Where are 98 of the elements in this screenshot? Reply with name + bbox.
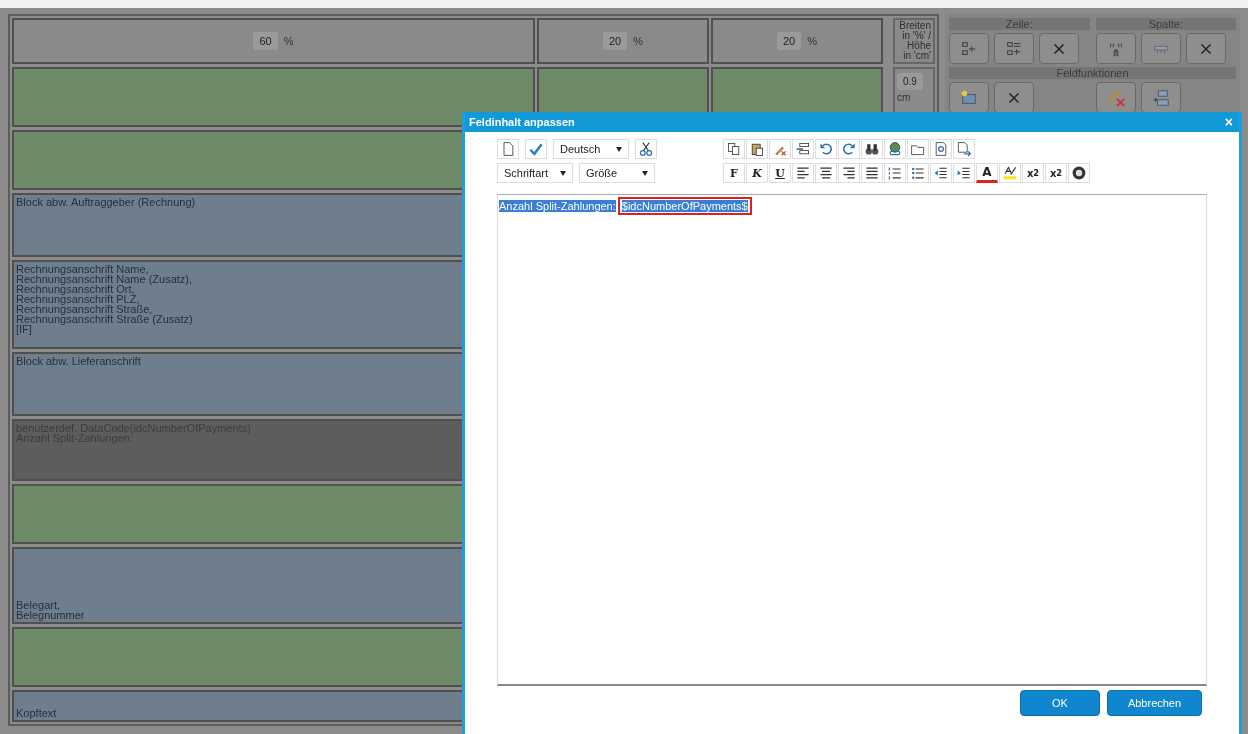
field-text: Block abw. Lieferanschrift bbox=[16, 356, 141, 366]
field-text: Belegnummer bbox=[16, 610, 85, 620]
unit-label: % bbox=[633, 35, 643, 47]
field-icon bbox=[960, 88, 978, 107]
dropdown[interactable]: Deutsch bbox=[553, 139, 629, 159]
copy-icon bbox=[726, 141, 742, 157]
document-arrow-icon bbox=[956, 141, 972, 157]
field-new-button[interactable] bbox=[949, 82, 989, 113]
rows-insert-button[interactable] bbox=[994, 33, 1034, 64]
bold-button[interactable]: F bbox=[723, 163, 745, 183]
size-header-text: Höhe bbox=[907, 41, 931, 51]
undo-icon bbox=[818, 141, 834, 157]
scissors-icon bbox=[638, 141, 654, 157]
bullet-list-button[interactable] bbox=[907, 163, 929, 183]
media-icon bbox=[1071, 165, 1087, 181]
numbered-list-icon bbox=[887, 165, 903, 181]
preview-button[interactable] bbox=[930, 139, 952, 159]
field-text: [IF] bbox=[16, 324, 32, 334]
ordered-list-button[interactable] bbox=[884, 163, 906, 183]
editor-area[interactable]: Anzahl Split-Zahlungen: $idcNumberOfPayments$ bbox=[497, 194, 1207, 686]
link-button[interactable] bbox=[884, 139, 906, 159]
size-header-text: in '%' / bbox=[902, 31, 931, 41]
height-input[interactable]: 0.9 bbox=[897, 73, 923, 90]
field-text: Kopftext bbox=[16, 708, 57, 718]
binoculars-icon bbox=[864, 141, 880, 157]
highlight-button[interactable] bbox=[999, 163, 1021, 183]
justify-button[interactable] bbox=[861, 163, 883, 183]
field-text: Belegart, bbox=[16, 600, 61, 610]
width-input[interactable]: 20 bbox=[777, 32, 802, 50]
editor-text: Anzahl Split-Zahlungen: bbox=[499, 200, 616, 212]
spellcheck-button[interactable] bbox=[525, 139, 547, 159]
clipboard-icon bbox=[749, 141, 765, 157]
merge-icon bbox=[1151, 88, 1170, 107]
field-text: Rechnungsanschrift Name (Zusatz), bbox=[16, 274, 193, 284]
close-button[interactable]: × bbox=[1222, 115, 1235, 129]
indent-button[interactable] bbox=[953, 163, 975, 183]
width-input[interactable]: 60 bbox=[253, 32, 278, 50]
undo-button[interactable] bbox=[815, 139, 837, 159]
bullet-list-icon bbox=[910, 165, 926, 181]
copy-button[interactable] bbox=[723, 139, 745, 159]
field-merge-button[interactable] bbox=[1140, 82, 1181, 113]
dialog-button[interactable]: OK bbox=[1020, 690, 1100, 716]
dropdown[interactable]: Schriftart bbox=[497, 163, 573, 183]
variable-text: $idcNumberOfPayments$ bbox=[621, 200, 748, 212]
unit-label: % bbox=[807, 35, 817, 47]
dialog-title: Feldinhalt anpassen bbox=[469, 116, 575, 128]
field-clear-button[interactable] bbox=[1095, 82, 1136, 113]
section-header: Spalte: bbox=[1095, 18, 1236, 30]
outdent-button[interactable] bbox=[930, 163, 952, 183]
dropdown[interactable]: Größe bbox=[579, 163, 655, 183]
align-right-button[interactable] bbox=[838, 163, 860, 183]
field-text: Rechnungsanschrift Name, bbox=[16, 264, 149, 274]
export-button[interactable] bbox=[953, 139, 975, 159]
rows-insert-icon bbox=[1005, 39, 1023, 58]
italic-button[interactable]: K bbox=[746, 163, 768, 183]
underline-button[interactable]: U bbox=[769, 163, 791, 183]
brush-icon bbox=[1106, 88, 1125, 107]
row-insert-icon bbox=[960, 39, 978, 58]
new-document-button[interactable] bbox=[497, 139, 519, 159]
field-text: Rechnungsanschrift PLZ, bbox=[16, 294, 140, 304]
special-button[interactable] bbox=[1068, 163, 1090, 183]
insert-line-button[interactable] bbox=[792, 139, 814, 159]
magnifier-document-icon bbox=[933, 141, 949, 157]
find-button[interactable] bbox=[861, 139, 883, 159]
align-right-icon bbox=[841, 165, 857, 181]
align-center-icon bbox=[818, 165, 834, 181]
justify-icon bbox=[864, 165, 880, 181]
caret-icon bbox=[616, 146, 622, 152]
paste-button[interactable] bbox=[746, 139, 768, 159]
lines-arrow-icon bbox=[795, 141, 811, 157]
text-color-button[interactable]: A bbox=[976, 163, 998, 183]
width-input[interactable]: 20 bbox=[603, 32, 628, 50]
dialog-button[interactable]: Abbrechen bbox=[1107, 690, 1202, 716]
section-header: Zeile: bbox=[949, 18, 1090, 30]
redo-button[interactable] bbox=[838, 139, 860, 159]
field-text: Block abw. Auftraggeber (Rechnung) bbox=[16, 197, 196, 207]
unit-label: cm bbox=[897, 92, 911, 103]
redo-icon bbox=[841, 141, 857, 157]
align-left-icon bbox=[795, 165, 811, 181]
unit-label: % bbox=[283, 35, 294, 47]
indent-icon bbox=[956, 165, 972, 181]
document-icon bbox=[500, 141, 516, 157]
field-text: Rechnungsanschrift Ort, bbox=[16, 284, 135, 294]
field-text: Rechnungsanschrift Straße, bbox=[16, 304, 153, 314]
size-header-text: in 'cm' bbox=[903, 51, 931, 61]
globe-link-icon bbox=[887, 141, 903, 157]
highlighter-icon bbox=[1002, 165, 1018, 181]
spellcheck-icon bbox=[528, 141, 544, 157]
open-button[interactable] bbox=[907, 139, 929, 159]
cut-button[interactable] bbox=[635, 139, 657, 159]
size-header-text: Breiten bbox=[899, 21, 931, 31]
caret-icon bbox=[560, 170, 566, 176]
caret-icon bbox=[642, 170, 648, 176]
align-center-button[interactable] bbox=[815, 163, 837, 183]
outdent-icon bbox=[933, 165, 949, 181]
section-header: Feldfunktionen bbox=[949, 67, 1236, 79]
align-left-button[interactable] bbox=[792, 163, 814, 183]
field-text: Rechnungsanschrift Straße (Zusatz) bbox=[16, 314, 193, 324]
